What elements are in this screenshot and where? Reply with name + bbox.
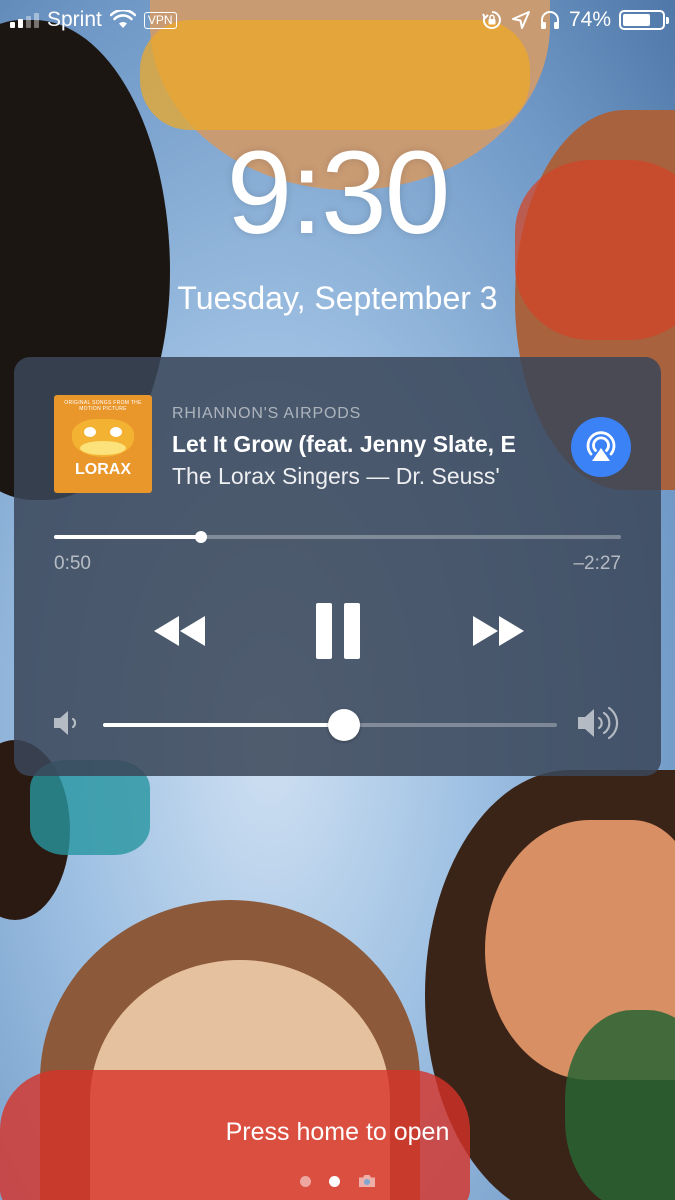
album-art[interactable]: ORIGINAL SONGS FROM THE MOTION PICTURE L… [54,395,152,493]
press-home-hint: Press home to open [225,1118,450,1146]
rewind-button[interactable] [144,609,214,653]
playback-scrubber[interactable] [54,531,621,543]
page-dot-lock-screen[interactable] [328,1175,340,1187]
volume-low-icon [54,711,77,735]
lock-screen-time: 9:30 [226,127,451,259]
airplay-audio-icon [586,431,616,461]
location-icon [511,11,530,29]
album-art-character [72,419,134,457]
airplay-button[interactable] [571,417,631,477]
fast-forward-icon [473,616,524,646]
pause-icon [316,603,360,659]
carrier-label: Sprint [47,8,102,31]
headphones-icon [540,11,559,29]
page-dot-widgets[interactable] [299,1175,311,1187]
status-bar-left: Sprint VPN [10,8,177,32]
rewind-icon [154,616,205,646]
volume-level-fill [103,723,344,727]
fast-forward-button[interactable] [464,609,534,653]
signal-icon [10,12,39,28]
page-indicator [0,1174,675,1188]
track-title[interactable]: Let It Grow (feat. Jenny Slate, E [172,431,550,458]
track-artist-album[interactable]: The Lorax Singers — Dr. Seuss' [172,463,550,490]
pause-button[interactable] [308,599,368,663]
album-art-caption: ORIGINAL SONGS FROM THE MOTION PICTURE [64,400,142,412]
playback-scrubber-knob[interactable] [195,531,208,543]
status-bar-right: 74% [481,8,669,32]
battery-percent: 74% [568,8,611,31]
status-bar: Sprint VPN 74% [0,0,675,40]
orientation-lock-icon [482,11,501,29]
wifi-icon [109,10,136,28]
battery-icon [619,10,669,30]
remaining-time: –2:27 [573,553,621,574]
battery-level [623,14,651,26]
volume-high-icon [578,706,619,740]
volume-slider[interactable] [103,709,557,741]
lock-screen-date: Tuesday, September 3 [177,280,498,316]
camera-icon[interactable] [358,1174,376,1188]
elapsed-time: 0:50 [54,553,91,574]
playback-progress-fill [54,535,202,539]
now-playing-widget: ORIGINAL SONGS FROM THE MOTION PICTURE L… [14,357,661,776]
vpn-badge: VPN [143,11,177,29]
volume-slider-knob[interactable] [327,709,360,741]
album-art-title: LORAX [75,461,131,478]
output-device-label: RHIANNON'S AIRPODS [172,405,362,422]
